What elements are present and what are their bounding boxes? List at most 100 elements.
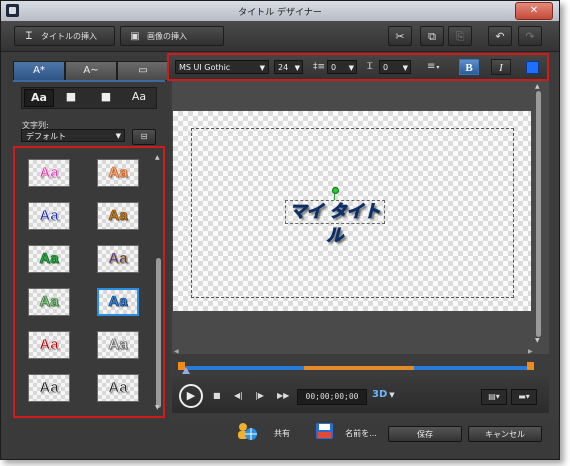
preview-scroll-thumb[interactable] — [536, 91, 541, 337]
line-spacing-icon: ‡≡ — [313, 62, 326, 72]
scroll-up-icon[interactable]: ▲ — [155, 154, 160, 161]
end-marker[interactable] — [527, 362, 534, 370]
preview-scrollbar[interactable]: ▲ ▼ — [534, 83, 543, 344]
chevron-down-icon: ▼ — [402, 64, 408, 72]
preset-style-9[interactable]: Aa — [28, 331, 70, 359]
preset-style-label: Aa — [108, 250, 128, 268]
preset-style-2[interactable]: Aa — [97, 159, 139, 187]
scroll-left-icon[interactable]: ◀ — [174, 348, 179, 355]
save-as-icon — [316, 423, 333, 439]
preset-style-label: Aa — [108, 293, 128, 311]
undo-button[interactable]: ↶ — [488, 26, 512, 46]
timecode[interactable]: 00;00;00;00 — [297, 389, 367, 405]
share-label: 共有 — [274, 429, 290, 438]
scroll-right-icon[interactable]: ▶ — [528, 348, 533, 355]
style-dropdown[interactable]: デフォルト ▼ — [21, 129, 125, 142]
preset-style-3[interactable]: Aa — [28, 202, 70, 230]
tab-text-effects[interactable]: A* — [13, 61, 65, 81]
drop-shadow-icon: ■ — [100, 90, 112, 103]
insert-title-button[interactable]: Ꮖ タイトルの挿入 — [14, 26, 115, 46]
preset-scroll-thumb[interactable] — [156, 258, 161, 408]
share-button[interactable]: 共有 — [259, 426, 305, 442]
plain-text-button[interactable]: Aa — [24, 89, 54, 107]
text-color-swatch[interactable] — [526, 61, 539, 74]
rotation-handle[interactable] — [332, 187, 339, 194]
fast-forward-button[interactable]: ▶▶ — [277, 391, 289, 400]
window-close-button[interactable]: ✕ — [515, 2, 553, 20]
save-button[interactable]: 保存 — [388, 426, 462, 442]
tab-text-motion[interactable]: A~ — [65, 61, 117, 81]
font-dropdown[interactable]: MS UI Gothic ▼ — [175, 60, 269, 74]
main-toolbar: Ꮖ タイトルの挿入 ▣ 画像の挿入 ✂ ⧉ ⎘ ↶ ↷ — [1, 21, 559, 52]
size-value: 24 — [278, 63, 289, 72]
style-options-button[interactable]: ⊟ — [132, 129, 156, 145]
preset-style-10[interactable]: Aa — [97, 331, 139, 359]
align-button[interactable]: ≡▾ — [427, 60, 439, 74]
shadow-box-button[interactable]: ■ — [57, 89, 85, 105]
aspect-icon: ▤▾ — [488, 392, 500, 401]
cut-button[interactable]: ✂ — [388, 26, 412, 46]
share-icon — [238, 423, 257, 440]
insert-image-button[interactable]: ▣ 画像の挿入 — [120, 26, 224, 46]
text-style-buttons: Aa ■ ■ Aa — [21, 87, 157, 109]
size-dropdown[interactable]: 24 ▼ — [274, 60, 303, 74]
cancel-button[interactable]: キャンセル — [468, 426, 542, 442]
preset-style-8[interactable]: Aa — [97, 288, 139, 316]
preset-style-5[interactable]: Aa — [28, 245, 70, 273]
preset-scrollbar[interactable]: ▲ ▼ — [155, 154, 162, 412]
display-mode-button[interactable]: ▬▾ — [511, 389, 537, 405]
3d-label: 3D — [372, 389, 388, 400]
scroll-down-icon[interactable]: ▼ — [535, 337, 540, 344]
copy-button[interactable]: ⧉ — [420, 26, 444, 46]
outline-text-button[interactable]: Aa — [125, 89, 153, 105]
title-designer-window: タイトル デザイナー ✕ Ꮖ タイトルの挿入 ▣ 画像の挿入 ✂ ⧉ ⎘ ↶ ↷ A… — [0, 0, 560, 460]
next-frame-button[interactable]: |▶ — [255, 391, 264, 400]
paste-icon: ⎘ — [455, 30, 465, 43]
line-spacing-dropdown[interactable]: 0 ▼ — [327, 60, 357, 74]
next-frame-icon: |▶ — [255, 391, 264, 400]
window-title: タイトル デザイナー — [238, 8, 322, 18]
3d-button[interactable]: 3D ▼ — [372, 389, 395, 400]
preset-style-1[interactable]: Aa — [28, 159, 70, 187]
format-bar: MS UI Gothic ▼ 24 ▼ ‡≡ 0 ▼ Ꮖ 0 ▼ ≡▾ B I — [167, 53, 549, 81]
tab-underline — [13, 80, 165, 82]
font-value: MS UI Gothic — [179, 63, 231, 72]
preset-style-label: Aa — [39, 250, 59, 268]
preset-style-12[interactable]: Aa — [97, 374, 139, 402]
previous-frame-icon: ◀| — [234, 391, 243, 400]
previous-frame-button[interactable]: ◀| — [234, 391, 243, 400]
chevron-down-icon: ▼ — [294, 64, 300, 72]
redo-button[interactable]: ↷ — [518, 26, 542, 46]
stop-button[interactable]: ■ — [213, 391, 221, 400]
preset-style-label: Aa — [39, 293, 59, 311]
tab-background[interactable]: ▭ — [117, 61, 169, 81]
chevron-down-icon: ▾ — [436, 64, 440, 71]
line-spacing-value: 0 — [331, 63, 337, 72]
aspect-ratio-button[interactable]: ▤▾ — [481, 389, 507, 405]
scroll-up-icon[interactable]: ▲ — [535, 83, 540, 90]
preset-style-7[interactable]: Aa — [28, 288, 70, 316]
monitor-icon: ▬▾ — [518, 392, 530, 401]
align-icon: ≡ — [427, 61, 436, 72]
preset-style-11[interactable]: Aa — [28, 374, 70, 402]
preset-style-label: Aa — [39, 164, 59, 182]
scroll-down-icon[interactable]: ▼ — [155, 404, 160, 411]
drop-shadow-button[interactable]: ■ — [92, 89, 120, 105]
stop-icon: ■ — [213, 391, 221, 400]
preset-style-label: Aa — [39, 207, 59, 225]
playhead[interactable] — [182, 367, 190, 374]
timeline[interactable] — [178, 361, 534, 374]
T-text-icon: Ꮖ — [25, 31, 33, 42]
preset-style-4[interactable]: Aa — [97, 202, 139, 230]
bold-button[interactable]: B — [459, 59, 479, 75]
preset-style-6[interactable]: Aa — [97, 245, 139, 273]
save-as-button[interactable]: 名前を... — [339, 426, 383, 442]
italic-button[interactable]: I — [491, 59, 511, 75]
title-text[interactable]: マイ タイトル — [285, 200, 385, 247]
undo-icon: ↶ — [495, 30, 505, 43]
char-spacing-dropdown[interactable]: 0 ▼ — [379, 60, 411, 74]
play-button[interactable]: ▶ — [179, 384, 203, 408]
paste-button[interactable]: ⎘ — [448, 26, 472, 46]
chevron-down-icon: ▼ — [389, 391, 395, 399]
shadow-box-icon: ■ — [65, 90, 77, 103]
